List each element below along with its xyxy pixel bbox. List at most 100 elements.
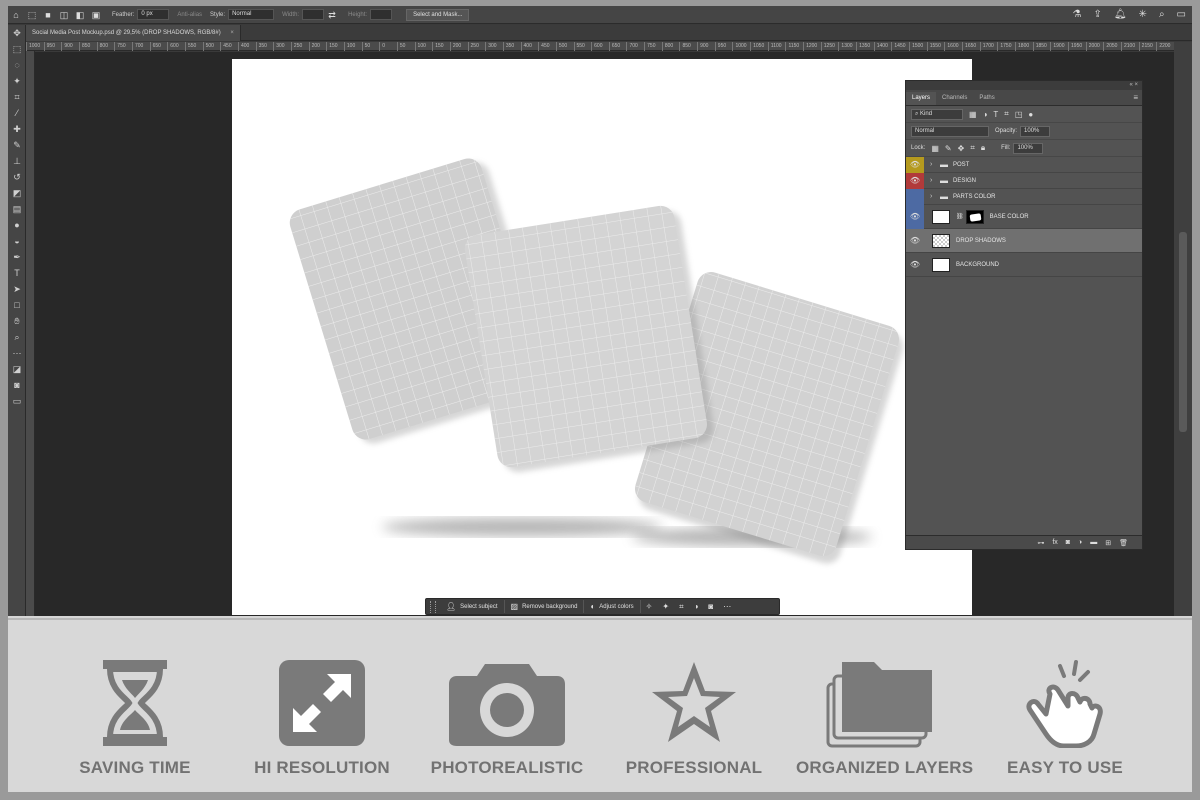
visibility-hidden-icon[interactable]: [906, 188, 924, 205]
layer-post[interactable]: 👁︎ › ▬ POST: [906, 156, 1142, 173]
visibility-eye-icon[interactable]: 👁︎: [906, 229, 924, 253]
workspace-icon[interactable]: ▭: [1177, 9, 1186, 20]
tab-channels[interactable]: Channels: [936, 95, 973, 105]
type-tool-icon[interactable]: T: [8, 265, 26, 281]
scrollbar-thumb[interactable]: [1179, 232, 1187, 432]
color-swatches-icon[interactable]: ◪: [8, 361, 26, 377]
width-input[interactable]: [302, 9, 325, 20]
visibility-eye-icon[interactable]: 👁︎: [906, 253, 924, 277]
drag-handle[interactable]: [430, 600, 436, 613]
move-tool-icon[interactable]: ✥: [8, 25, 26, 41]
adjust-colors-button[interactable]: ◐ Adjust colors: [584, 600, 641, 613]
style-select[interactable]: Normal: [228, 9, 275, 20]
blur-tool-icon[interactable]: ●: [8, 217, 26, 233]
marquee-tool-icon[interactable]: ⬚: [8, 41, 26, 57]
intersect-selection-icon[interactable]: ▣: [91, 10, 101, 20]
chevron-right-icon[interactable]: ›: [930, 177, 938, 184]
search-icon[interactable]: ⌕: [1159, 9, 1165, 20]
share-icon[interactable]: ⇪: [1093, 9, 1101, 20]
history-brush-icon[interactable]: ↺: [8, 169, 26, 185]
new-layer-icon[interactable]: ⊞: [1105, 539, 1111, 547]
transform-icon[interactable]: ⌗: [679, 602, 684, 612]
delete-layer-icon[interactable]: 🗑︎: [1119, 539, 1128, 547]
more-options-icon[interactable]: ⋯: [723, 602, 731, 611]
chevron-right-icon[interactable]: ›: [930, 161, 938, 168]
filter-type-icon[interactable]: T: [993, 110, 998, 119]
lock-position-icon[interactable]: ✥: [958, 144, 965, 153]
filter-adjustment-icon[interactable]: ◑: [983, 110, 988, 119]
fx-icon[interactable]: fx: [1052, 539, 1057, 546]
crop-tool-icon[interactable]: ⌗: [8, 89, 26, 105]
blend-mode-select[interactable]: Normal: [911, 125, 989, 137]
close-tab-icon[interactable]: ×: [230, 30, 234, 36]
tab-layers[interactable]: Layers: [906, 92, 937, 105]
filter-toggle-icon[interactable]: ●: [1028, 110, 1033, 119]
eyedropper-icon[interactable]: ⁄: [8, 105, 26, 121]
panel-collapse-icon[interactable]: « ×: [906, 81, 1142, 90]
antialias-checkbox[interactable]: Anti-alias: [177, 12, 202, 18]
lock-transparency-icon[interactable]: ▦: [931, 144, 939, 153]
add-mask-icon[interactable]: ◙: [1066, 539, 1070, 546]
eraser-icon[interactable]: ◩: [8, 185, 26, 201]
lock-artboard-icon[interactable]: ⌗: [970, 143, 975, 153]
subtract-selection-icon[interactable]: ◧: [75, 10, 85, 20]
pen-tool-icon[interactable]: ✒: [8, 249, 26, 265]
filter-pixel-icon[interactable]: ▦: [969, 110, 977, 119]
zoom-tool-icon[interactable]: ⌕: [8, 329, 26, 345]
lasso-tool-icon[interactable]: ◌: [8, 57, 26, 73]
healing-brush-icon[interactable]: ✚: [8, 121, 26, 137]
visibility-eye-icon[interactable]: 👁︎: [906, 204, 924, 229]
flask-icon[interactable]: ⚗: [1072, 9, 1081, 20]
lock-pixels-icon[interactable]: ✎: [945, 144, 952, 153]
filter-smart-icon[interactable]: ◳: [1015, 110, 1023, 119]
swap-icon[interactable]: ⇄: [327, 10, 337, 20]
clone-stamp-icon[interactable]: ⊥: [8, 153, 26, 169]
contrast-icon[interactable]: ◑: [694, 602, 699, 611]
chevron-right-icon[interactable]: ›: [930, 193, 938, 200]
feather-input[interactable]: 0 px: [137, 9, 170, 20]
document-tab[interactable]: Social Media Post Mockup.psd @ 29,5% (DR…: [26, 25, 241, 41]
layer-background[interactable]: 👁︎ BACKGROUND: [906, 253, 1142, 277]
magic-icon[interactable]: ✦: [662, 602, 669, 611]
dodge-tool-icon[interactable]: ◒: [8, 233, 26, 249]
layer-base-color[interactable]: 👁︎ ⛓ BASE COLOR: [906, 204, 1142, 229]
document-canvas[interactable]: [232, 59, 972, 615]
adjustment-layer-icon[interactable]: ◑: [1078, 539, 1082, 546]
rectangle-tool-icon[interactable]: □: [8, 297, 26, 313]
brush-tool-icon[interactable]: ✎: [8, 137, 26, 153]
select-and-mask-button[interactable]: Select and Mask...: [406, 8, 470, 21]
path-selection-icon[interactable]: ➤: [8, 281, 26, 297]
marquee-tool-icon[interactable]: ⬚: [27, 10, 37, 20]
remove-background-button[interactable]: ▨ Remove background: [505, 600, 585, 613]
visibility-eye-icon[interactable]: 👁︎: [906, 172, 924, 189]
layer-design[interactable]: 👁︎ › ▬ DESIGN: [906, 172, 1142, 189]
vertical-scrollbar[interactable]: [1174, 42, 1192, 616]
fill-input[interactable]: 100%: [1013, 142, 1044, 154]
select-subject-button[interactable]: 👤︎ Select subject: [440, 600, 505, 613]
more-tools-icon[interactable]: ⋯: [8, 345, 26, 361]
height-input[interactable]: [370, 9, 393, 20]
filter-kind-select[interactable]: ⌕ Kind: [911, 108, 963, 120]
new-selection-icon[interactable]: ■: [43, 10, 53, 20]
screen-mode-icon[interactable]: ▭: [8, 393, 26, 409]
hand-tool-icon[interactable]: ✋︎: [8, 313, 26, 329]
magic-wand-icon[interactable]: ✦: [8, 73, 26, 89]
opacity-input[interactable]: 100%: [1020, 125, 1051, 137]
panel-menu-icon[interactable]: ≡: [1133, 93, 1138, 102]
home-icon[interactable]: ⌂: [11, 10, 21, 20]
filter-shape-icon[interactable]: ⌗: [1004, 109, 1009, 119]
tab-paths[interactable]: Paths: [973, 95, 1000, 105]
new-group-icon[interactable]: ▬: [1090, 539, 1097, 546]
generative-icon[interactable]: ✧: [646, 602, 653, 611]
layer-mask-thumbnail[interactable]: [965, 209, 984, 224]
lock-all-icon[interactable]: 🔒︎: [981, 143, 985, 153]
layer-parts-color[interactable]: › ▬ PARTS COLOR: [906, 188, 1142, 205]
visibility-eye-icon[interactable]: 👁︎: [906, 156, 924, 173]
quick-mask-icon[interactable]: ◙: [8, 377, 26, 393]
layer-drop-shadows[interactable]: 👁︎ DROP SHADOWS: [906, 229, 1142, 253]
bell-icon[interactable]: 🔔︎: [1114, 9, 1127, 20]
mask-icon[interactable]: ◙: [708, 602, 713, 611]
bulb-icon[interactable]: ✳: [1139, 9, 1147, 20]
link-layers-icon[interactable]: ⊶: [1037, 539, 1044, 547]
gradient-icon[interactable]: ▤: [8, 201, 26, 217]
